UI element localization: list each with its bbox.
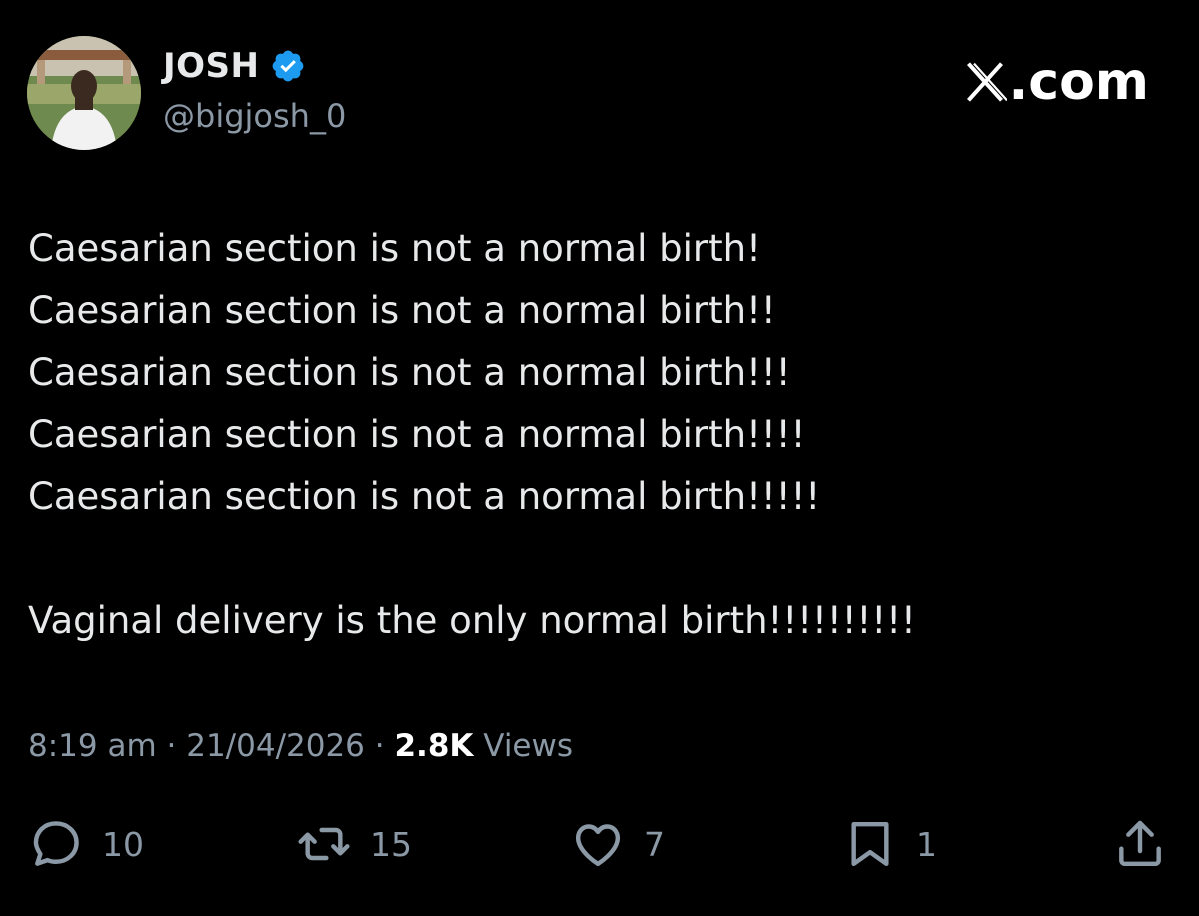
reply-button[interactable]: 10 <box>28 812 144 876</box>
repost-icon <box>298 827 350 861</box>
tweet-line: Caesarian section is not a normal birth!… <box>28 413 806 456</box>
tweet-line: Vaginal delivery is the only normal birt… <box>28 599 916 642</box>
tweet-meta: 8:19 am · 21/04/2026 · 2.8K Views <box>28 722 573 770</box>
verified-badge-icon <box>270 48 306 84</box>
tweet-line: Caesarian section is not a normal birth!… <box>28 351 791 394</box>
bookmark-count: 1 <box>916 824 937 864</box>
profile-photo <box>27 36 141 150</box>
tweet-line: Caesarian section is not a normal birth!… <box>28 475 821 518</box>
like-count: 7 <box>644 824 665 864</box>
tweet-text: Caesarian section is not a normal birth!… <box>28 218 1168 652</box>
brand-text: .com <box>1008 52 1150 112</box>
tweet-date[interactable]: 21/04/2026 <box>186 728 365 764</box>
tweet-line: Caesarian section is not a normal birth! <box>28 227 761 270</box>
meta-separator: · <box>364 728 395 764</box>
repost-count: 15 <box>370 824 412 864</box>
author-name-row[interactable]: JOSH <box>163 46 306 86</box>
tweet-time[interactable]: 8:19 am <box>28 728 157 764</box>
author-handle[interactable]: @bigjosh_0 <box>163 96 346 136</box>
views-count: 2.8K <box>394 728 474 764</box>
share-button[interactable] <box>1112 812 1168 876</box>
x-logo-icon <box>966 62 1007 102</box>
author-display-name[interactable]: JOSH <box>163 46 260 86</box>
bookmark-icon <box>851 821 889 867</box>
views-label: Views <box>473 728 574 764</box>
author-avatar[interactable] <box>27 36 141 150</box>
tweet-line: Caesarian section is not a normal birth!… <box>28 289 776 332</box>
meta-separator: · <box>156 728 187 764</box>
tweet-action-bar: 10 15 7 1 <box>0 812 1199 876</box>
x-brand-logo: .com <box>963 52 1150 112</box>
repost-button[interactable]: 15 <box>296 812 412 876</box>
like-button[interactable]: 7 <box>570 812 665 876</box>
bookmark-button[interactable]: 1 <box>842 812 937 876</box>
reply-count: 10 <box>102 824 144 864</box>
heart-icon <box>575 824 621 867</box>
reply-icon <box>33 821 79 866</box>
share-icon <box>1119 820 1161 867</box>
